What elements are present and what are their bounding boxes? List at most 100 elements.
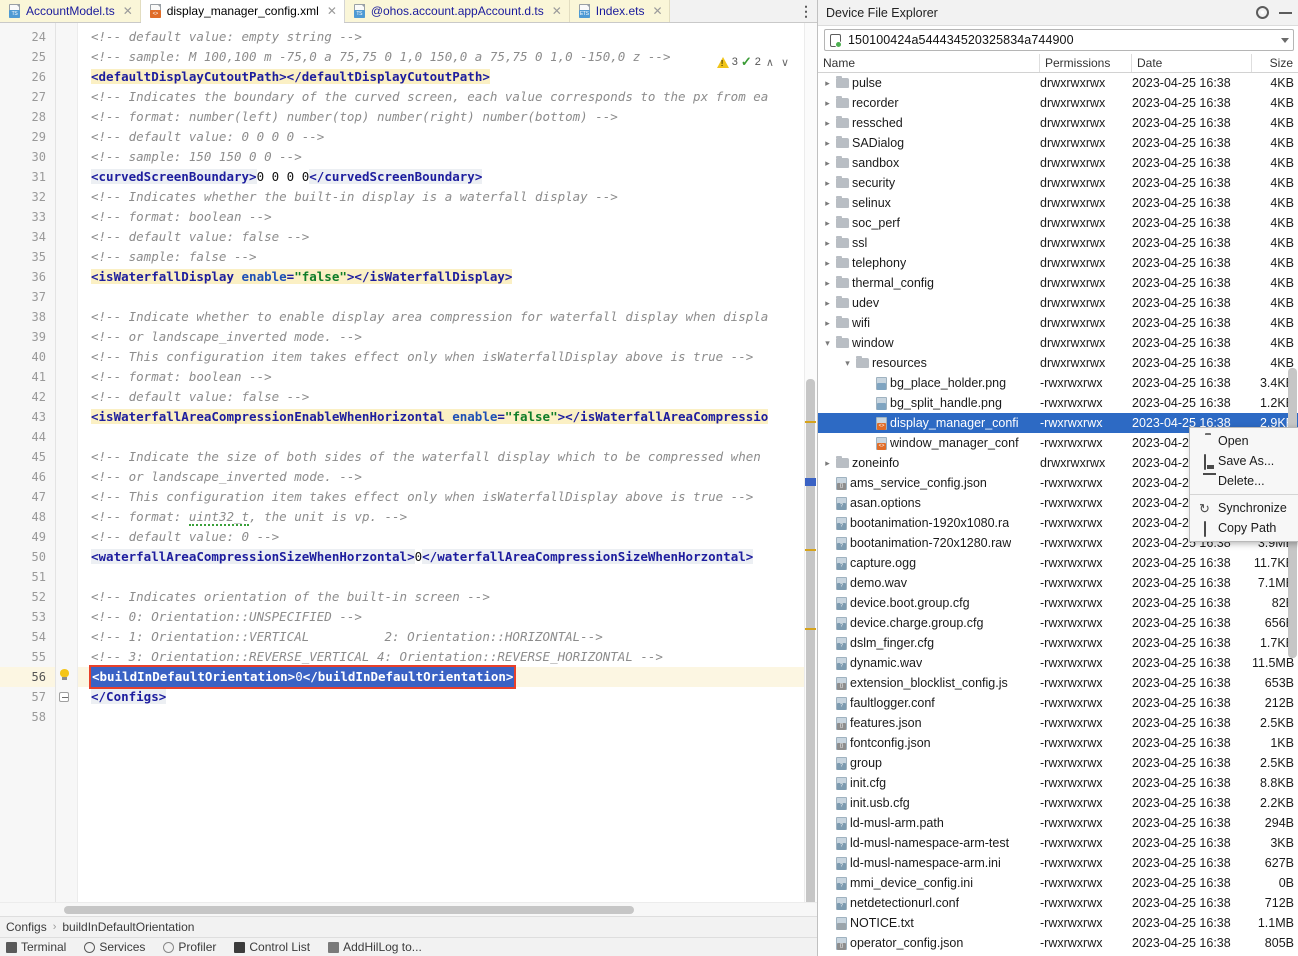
file-row[interactable]: ▸ sandbox drwxrwxrwx 2023-04-25 16:38 4KB <box>818 153 1298 173</box>
code-line[interactable]: <!-- default value: false --> <box>78 227 817 247</box>
tab-close-icon[interactable]: ✕ <box>552 5 562 17</box>
file-row[interactable]: ▸ thermal_config drwxrwxrwx 2023-04-25 16:3… <box>818 273 1298 293</box>
context-menu-item-synchronize[interactable]: ↻ Synchronize <box>1190 498 1298 518</box>
code-line[interactable]: <curvedScreenBoundary>0 0 0 0</curvedScr… <box>78 167 817 187</box>
chevron-right-icon[interactable]: ▸ <box>822 193 833 213</box>
code-line[interactable]: <!-- format: number(left) number(top) nu… <box>78 107 817 127</box>
code-line[interactable]: <!-- Indicates whether the built-in disp… <box>78 187 817 207</box>
file-row[interactable]: ? init.cfg -rwxrwxrwx 2023-04-25 16:38 8.8KB <box>818 773 1298 793</box>
tab-AccountModel.ts[interactable]: TS AccountModel.ts ✕ <box>0 0 141 22</box>
tab-display_manager_config.xml[interactable]: <> display_manager_config.xml ✕ <box>140 0 345 23</box>
chevron-right-icon[interactable]: ▸ <box>822 313 833 333</box>
tab-close-icon[interactable]: ✕ <box>652 5 662 17</box>
context-menu-item-copy-path[interactable]: Copy Path <box>1190 518 1298 538</box>
file-row[interactable]: ▾ resources drwxrwxrwx 2023-04-25 16:38 4KB <box>818 353 1298 373</box>
code-line[interactable]: <!-- default value: false --> <box>78 387 817 407</box>
column-header-date[interactable]: Date <box>1132 54 1252 72</box>
context-menu-item-delete[interactable]: Delete... <box>1190 471 1298 491</box>
code-line[interactable]: <!-- sample: M 100,100 m -75,0 a 75,75 0… <box>78 47 817 67</box>
file-row[interactable]: {} fontconfig.json -rwxrwxrwx 2023-04-25 16… <box>818 733 1298 753</box>
file-row[interactable]: {} operator_config.json -rwxrwxrwx 2023-04-… <box>818 933 1298 953</box>
chevron-right-icon[interactable]: ▸ <box>822 73 833 93</box>
code-area[interactable]: <!-- default value: empty string --> <!--… <box>78 23 817 902</box>
file-row[interactable]: ▸ soc_perf drwxrwxrwx 2023-04-25 16:38 4KB <box>818 213 1298 233</box>
file-context-menu[interactable]: Open Save As... Delete... ↻ Synchronize … <box>1189 427 1298 542</box>
tab-overflow-menu-icon[interactable]: ⋮ <box>795 0 817 22</box>
file-row[interactable]: ? capture.ogg -rwxrwxrwx 2023-04-25 16:38 11… <box>818 553 1298 573</box>
chevron-down-icon[interactable]: ▾ <box>842 353 853 373</box>
file-row[interactable]: ? mmi_device_config.ini -rwxrwxrwx 2023-04-… <box>818 873 1298 893</box>
editor-horizontal-scrollbar-thumb[interactable] <box>64 906 634 914</box>
code-line[interactable]: <waterfallAreaCompressionSizeWhenHorzont… <box>78 547 817 567</box>
code-line[interactable]: <!-- Indicates orientation of the built-… <box>78 587 817 607</box>
tool-window-control-list[interactable]: Control List <box>234 940 310 954</box>
file-row[interactable]: ? group -rwxrwxrwx 2023-04-25 16:38 2.5KB <box>818 753 1298 773</box>
code-line[interactable] <box>78 427 817 447</box>
code-line[interactable]: </Configs> <box>78 687 817 707</box>
chevron-right-icon[interactable]: ▸ <box>822 213 833 233</box>
chevron-right-icon[interactable]: ▸ <box>822 253 833 273</box>
file-row[interactable]: bg_place_holder.png -rwxrwxrwx 2023-04-25 … <box>818 373 1298 393</box>
code-line[interactable]: <defaultDisplayCutoutPath></defaultDispl… <box>78 67 817 87</box>
code-line[interactable]: <isWaterfallAreaCompressionEnableWhenHor… <box>78 407 817 427</box>
code-line[interactable]: <!-- format: uint32_t, the unit is vp. -… <box>78 507 817 527</box>
code-line[interactable]: <!-- This configuration item takes effec… <box>78 347 817 367</box>
chevron-right-icon[interactable]: ▸ <box>822 153 833 173</box>
code-line[interactable] <box>78 287 817 307</box>
file-row[interactable]: ? dslm_finger.cfg -rwxrwxrwx 2023-04-25 16:… <box>818 633 1298 653</box>
next-problem-icon[interactable]: ∨ <box>779 56 791 69</box>
code-line[interactable]: <!-- default value: empty string --> <box>78 27 817 47</box>
file-row[interactable]: bg_split_handle.png -rwxrwxrwx 2023-04-25 … <box>818 393 1298 413</box>
tool-window-services[interactable]: Services <box>84 940 145 954</box>
code-line[interactable] <box>78 707 817 727</box>
code-line[interactable]: <!-- Indicate the size of both sides of … <box>78 447 817 467</box>
file-row[interactable]: {} features.json -rwxrwxrwx 2023-04-25 16:3… <box>818 713 1298 733</box>
chevron-right-icon[interactable]: ▸ <box>822 133 833 153</box>
file-row[interactable]: ▸ udev drwxrwxrwx 2023-04-25 16:38 4KB <box>818 293 1298 313</box>
file-row[interactable]: ▸ pulse drwxrwxrwx 2023-04-25 16:38 4KB <box>818 73 1298 93</box>
file-row[interactable]: ? ld-musl-namespace-arm.ini -rwxrwxrwx 2023… <box>818 853 1298 873</box>
code-line[interactable]: <!-- default value: 0 0 0 0 --> <box>78 127 817 147</box>
code-line[interactable]: <buildInDefaultOrientation>0</buildInDef… <box>78 665 817 689</box>
code-line[interactable]: <!-- Indicate whether to enable display … <box>78 307 817 327</box>
chevron-right-icon[interactable]: ▸ <box>822 293 833 313</box>
editor-vertical-scrollbar-thumb[interactable] <box>806 379 815 902</box>
file-row[interactable]: ? init.usb.cfg -rwxrwxrwx 2023-04-25 16:38 2… <box>818 793 1298 813</box>
chevron-down-icon[interactable]: ▾ <box>822 333 833 353</box>
file-row[interactable]: ▸ security drwxrwxrwx 2023-04-25 16:38 4KB <box>818 173 1298 193</box>
file-row[interactable]: ? ld-musl-arm.path -rwxrwxrwx 2023-04-25 16… <box>818 813 1298 833</box>
file-row[interactable]: ? dynamic.wav -rwxrwxrwx 2023-04-25 16:38 11… <box>818 653 1298 673</box>
file-row[interactable]: ▾ window drwxrwxrwx 2023-04-25 16:38 4KB <box>818 333 1298 353</box>
tab-close-icon[interactable]: ✕ <box>327 5 337 17</box>
chevron-right-icon[interactable]: ▸ <box>822 233 833 253</box>
context-menu-item-open[interactable]: Open <box>1190 431 1298 451</box>
code-line[interactable]: <!-- sample: 150 150 0 0 --> <box>78 147 817 167</box>
column-header-name[interactable]: Name <box>818 54 1040 72</box>
code-line[interactable]: <!-- 1: Orientation::VERTICAL 2: Orienta… <box>78 627 817 647</box>
file-row[interactable]: ▸ selinux drwxrwxrwx 2023-04-25 16:38 4KB <box>818 193 1298 213</box>
intention-bulb-icon[interactable] <box>60 669 69 680</box>
chevron-right-icon[interactable]: ▸ <box>822 173 833 193</box>
file-row[interactable]: ▸ ssl drwxrwxrwx 2023-04-25 16:38 4KB <box>818 233 1298 253</box>
code-line[interactable]: <!-- Indicates the boundary of the curve… <box>78 87 817 107</box>
minimize-icon[interactable] <box>1279 11 1292 14</box>
chevron-right-icon[interactable]: ▸ <box>822 453 833 473</box>
tool-window-profiler[interactable]: Profiler <box>163 940 216 954</box>
code-line[interactable]: <!-- 0: Orientation::UNSPECIFIED --> <box>78 607 817 627</box>
code-line[interactable]: <!-- This configuration item takes effec… <box>78 487 817 507</box>
code-line[interactable] <box>78 567 817 587</box>
file-row[interactable]: ? device.charge.group.cfg -rwxrwxrwx 2023-0… <box>818 613 1298 633</box>
file-row[interactable]: ▸ recorder drwxrwxrwx 2023-04-25 16:38 4KB <box>818 93 1298 113</box>
tab-Index.ets[interactable]: ETS Index.ets ✕ <box>569 0 671 22</box>
file-row[interactable]: ▸ SADialog drwxrwxrwx 2023-04-25 16:38 4KB <box>818 133 1298 153</box>
editor-error-stripe[interactable] <box>804 23 817 902</box>
chevron-right-icon[interactable]: ▸ <box>822 93 833 113</box>
code-line[interactable]: <isWaterfallDisplay enable="false"></isW… <box>78 267 817 287</box>
breadcrumb-item-buildInDefaultOrientation[interactable]: buildInDefaultOrientation <box>62 920 194 934</box>
tool-window-hilog[interactable]: AddHilLog to... <box>328 940 422 954</box>
tab-ohos.account.appAccount.d.ts[interactable]: TS @ohos.account.appAccount.d.ts ✕ <box>344 0 570 22</box>
code-line[interactable]: <!-- or landscape_inverted mode. --> <box>78 467 817 487</box>
file-row[interactable]: ? netdetectionurl.conf -rwxrwxrwx 2023-04-2… <box>818 893 1298 913</box>
code-line[interactable]: <!-- 3: Orientation::REVERSE_VERTICAL 4:… <box>78 647 817 667</box>
code-line[interactable]: <!-- or landscape_inverted mode. --> <box>78 327 817 347</box>
